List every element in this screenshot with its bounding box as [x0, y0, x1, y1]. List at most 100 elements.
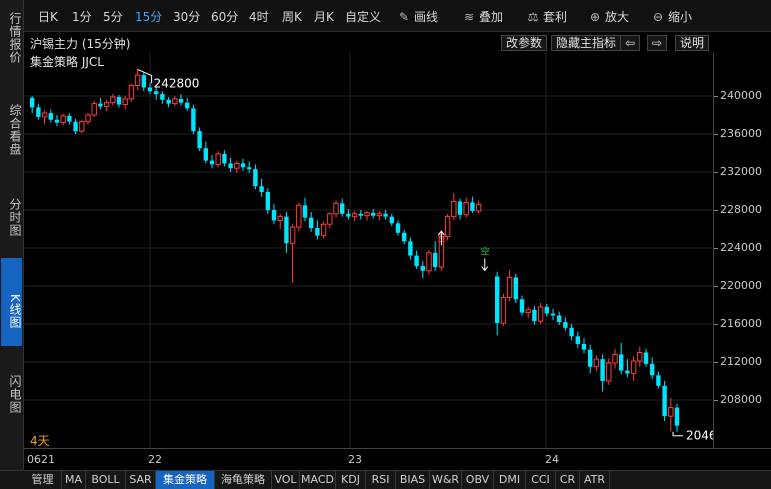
zoom-out-button[interactable]: ⊖ 缩小 [651, 8, 692, 25]
kline-chart[interactable]: 242800204660空空 [24, 52, 732, 448]
candle-body [128, 85, 135, 100]
candle-body [457, 201, 463, 215]
candle-body [674, 407, 680, 426]
period-60min[interactable]: 60分 [211, 8, 238, 25]
time-tick-0621: 0621 [27, 453, 55, 466]
candle-body [191, 108, 196, 132]
side-tab-overview[interactable]: 综合看盘 [1, 96, 22, 160]
price-tick-mark [714, 362, 718, 363]
candle-body [166, 99, 171, 104]
candle-body [619, 354, 624, 371]
side-tab-quotes[interactable]: 行情报价 [1, 0, 22, 72]
candle-body [91, 103, 97, 116]
indicator-tab-sar[interactable]: SAR [126, 471, 156, 489]
price-axis: 240000 236000 232000 228000 224000 220000 2160… [713, 52, 771, 448]
indicator-tab-[interactable]: 管理 [24, 471, 62, 489]
indicator-tab-obv[interactable]: OBV [462, 471, 494, 489]
candle-body [253, 169, 258, 187]
candle-body [41, 112, 48, 118]
candle-body [550, 313, 556, 316]
arbitrage-icon: ⚖ [527, 10, 539, 24]
hide-indicator-button[interactable]: 隐藏主指标 [551, 35, 622, 51]
candle-body [259, 186, 264, 192]
period-weekly[interactable]: 周K [282, 8, 302, 25]
period-30min[interactable]: 30分 [173, 8, 200, 25]
modify-params-button[interactable]: 改参数 [501, 35, 548, 51]
prev-arrow-button[interactable]: ⇦ [620, 35, 641, 51]
period-daily[interactable]: 日K [38, 8, 58, 25]
candle-body [48, 113, 53, 120]
candle-body [408, 241, 413, 256]
indicator-tab-atr[interactable]: ATR [580, 471, 610, 489]
indicator-tab-ma[interactable]: MA [62, 471, 86, 489]
candle-body [289, 226, 296, 244]
candle-body [525, 309, 531, 314]
indicator-tab-boll[interactable]: BOLL [86, 471, 126, 489]
period-custom[interactable]: 自定义 [345, 8, 381, 25]
period-4h[interactable]: 4时 [249, 8, 269, 25]
zoom-out-icon: ⊖ [652, 10, 664, 24]
candle-body [656, 375, 661, 386]
candle-body [351, 213, 358, 218]
indicator-tab-vol[interactable]: VOL [272, 471, 300, 489]
price-tick-label: 212000 [720, 355, 762, 368]
candle-body [402, 232, 407, 242]
candle-body [557, 315, 562, 323]
candle-body [563, 322, 568, 328]
zoom-in-button[interactable]: ⊕ 放大 [588, 8, 629, 25]
candle-body [320, 223, 327, 237]
side-tab-kline[interactable]: K线图 [1, 258, 22, 346]
indicator-tab-rsi[interactable]: RSI [366, 471, 396, 489]
candle-body [581, 343, 587, 350]
price-tick-label: 220000 [720, 279, 762, 292]
candle-body [197, 131, 202, 149]
candle-body [228, 163, 233, 169]
candle-body [172, 98, 178, 105]
period-monthly[interactable]: 月K [314, 8, 334, 25]
candle-body [54, 119, 60, 123]
candle-body [234, 162, 240, 169]
price-tick-mark [714, 134, 718, 135]
candle-body [302, 205, 308, 218]
indicator-tab-wr[interactable]: W&R [430, 471, 462, 489]
side-tab-timeshare[interactable]: 分时图 [1, 190, 22, 240]
period-5min[interactable]: 5分 [103, 8, 123, 25]
candle-body [36, 107, 41, 117]
next-arrow-button[interactable]: ⇨ [647, 35, 668, 51]
kline-chart-svg[interactable]: 242800204660空空 [24, 52, 732, 448]
overlay-button[interactable]: ≋ 叠加 [462, 8, 503, 25]
indicator-tab-kdj[interactable]: KDJ [336, 471, 366, 489]
indicator-tab-[interactable]: 海龟策略 [215, 471, 272, 489]
candle-body [209, 160, 215, 165]
layers-icon: ≋ [463, 10, 475, 24]
arbitrage-button[interactable]: ⚖ 套利 [526, 8, 567, 25]
candle-body [662, 385, 667, 417]
candle-body [30, 97, 35, 108]
candle-body [309, 217, 314, 229]
candle-body [333, 202, 339, 215]
draw-line-button[interactable]: ✎ 画线 [397, 8, 438, 25]
indicator-tab-macd[interactable]: MACD [300, 471, 336, 489]
indicator-tab-bias[interactable]: BIAS [396, 471, 430, 489]
indicator-tab-dmi[interactable]: DMI [494, 471, 526, 489]
indicator-tab-[interactable]: 集金策略 [156, 471, 215, 489]
period-15min[interactable]: 15分 [135, 8, 162, 25]
period-1min[interactable]: 1分 [72, 8, 92, 25]
candle-body [513, 277, 518, 300]
pen-icon: ✎ [398, 10, 410, 24]
price-tick-mark [714, 324, 718, 325]
candle-body [625, 370, 630, 374]
price-tick-label: 208000 [720, 393, 762, 406]
time-tick-22: 22 [148, 453, 162, 466]
candle-body [296, 204, 302, 228]
candle-body [327, 213, 333, 225]
indicator-tab-cr[interactable]: CR [556, 471, 580, 489]
side-tab-tick[interactable]: 闪电图 [1, 362, 22, 422]
candle-body [265, 191, 270, 210]
indicator-tab-cci[interactable]: CCI [526, 471, 556, 489]
price-tick-label: 224000 [720, 241, 762, 254]
help-button[interactable]: 说明 [675, 35, 710, 51]
price-tick-label: 240000 [720, 89, 762, 102]
candle-body [470, 202, 475, 211]
candle-body [60, 115, 66, 124]
